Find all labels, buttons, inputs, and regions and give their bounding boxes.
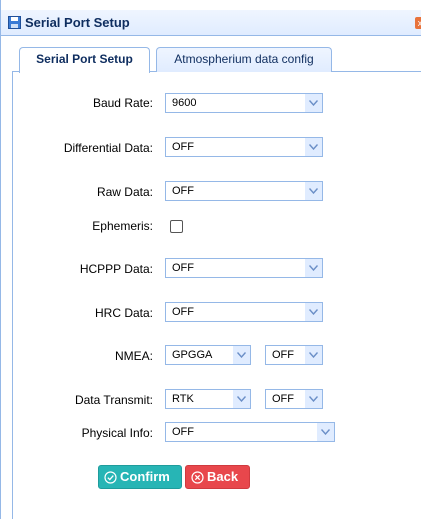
nmea-rate-select[interactable]: OFF — [265, 345, 323, 365]
differential-data-label: Differential Data: — [63, 141, 153, 155]
hrc-data-select[interactable]: OFF — [165, 302, 323, 322]
physical-info-select[interactable]: OFF — [165, 422, 335, 442]
ephemeris-checkbox[interactable] — [170, 220, 183, 233]
dialog-title: Serial Port Setup — [25, 15, 130, 30]
raw-data-value: OFF — [172, 185, 194, 197]
baud-rate-value: 9600 — [172, 97, 197, 109]
chevron-down-icon — [317, 423, 334, 441]
raw-data-label: Raw Data: — [96, 185, 153, 199]
top-strip — [1, 0, 421, 10]
hcppp-data-label: HCPPP Data: — [79, 262, 153, 276]
confirm-button[interactable]: Confirm — [98, 465, 182, 489]
tab-strip: Serial Port Setup Atmospherium data conf… — [12, 44, 421, 73]
chevron-down-icon — [305, 303, 322, 321]
data-transmit-rate-value: OFF — [272, 393, 294, 405]
nmea-type-value: GPGGA — [172, 349, 213, 361]
chevron-down-icon — [305, 182, 322, 200]
check-circle-icon — [104, 471, 117, 484]
data-transmit-rate-select[interactable]: OFF — [265, 389, 323, 409]
nmea-rate-value: OFF — [272, 349, 294, 361]
save-disk-icon — [8, 16, 21, 29]
data-transmit-label: Data Transmit: — [74, 393, 153, 407]
hrc-data-value: OFF — [172, 306, 194, 318]
confirm-label: Confirm — [120, 469, 170, 484]
back-label: Back — [207, 469, 239, 484]
differential-data-value: OFF — [172, 141, 194, 153]
nmea-type-select[interactable]: GPGGA — [165, 345, 251, 365]
chevron-down-icon — [233, 346, 250, 364]
close-button[interactable]: x — [415, 17, 421, 29]
hrc-data-label: HRC Data: — [94, 306, 153, 320]
x-circle-icon — [191, 471, 204, 484]
raw-data-select[interactable]: OFF — [165, 181, 323, 201]
chevron-down-icon — [305, 346, 322, 364]
chevron-down-icon — [233, 390, 250, 408]
tab-content: Baud Rate: 9600 Differential Data: OFF R… — [12, 71, 421, 519]
baud-rate-select[interactable]: 9600 — [165, 93, 323, 113]
data-transmit-type-value: RTK — [172, 393, 194, 405]
chevron-down-icon — [305, 259, 322, 277]
tab-atmospherium-data-config[interactable]: Atmospherium data config — [156, 47, 332, 72]
physical-info-label: Physical Info: — [81, 426, 153, 440]
tab-serial-port-setup[interactable]: Serial Port Setup — [19, 47, 150, 73]
nmea-label: NMEA: — [114, 349, 153, 363]
ephemeris-label: Ephemeris: — [92, 219, 153, 233]
baud-rate-label: Baud Rate: — [92, 96, 153, 110]
hcppp-data-value: OFF — [172, 262, 194, 274]
data-transmit-type-select[interactable]: RTK — [165, 389, 251, 409]
serial-port-dialog: Serial Port Setup x Serial Port Setup At… — [0, 0, 421, 519]
back-button[interactable]: Back — [185, 465, 250, 489]
chevron-down-icon — [305, 94, 322, 112]
chevron-down-icon — [305, 390, 322, 408]
physical-info-value: OFF — [172, 426, 194, 438]
hcppp-data-select[interactable]: OFF — [165, 258, 323, 278]
dialog-titlebar: Serial Port Setup x — [1, 10, 421, 36]
chevron-down-icon — [305, 138, 322, 156]
differential-data-select[interactable]: OFF — [165, 137, 323, 157]
